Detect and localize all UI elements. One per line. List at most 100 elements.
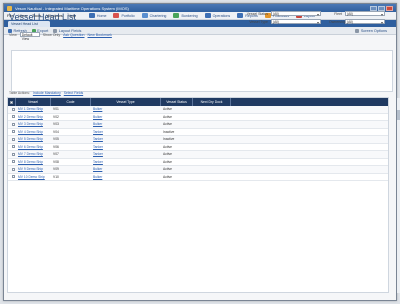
row-checkbox-cell[interactable]	[8, 151, 16, 158]
vessel-name-cell[interactable]: MV 4 Demo Ship	[16, 129, 51, 136]
column-header-code[interactable]: Code	[51, 98, 91, 106]
row-checkbox[interactable]	[11, 145, 15, 149]
vessel-link[interactable]: MV 9 Demo Ship	[18, 167, 43, 171]
select-all-checkbox[interactable]	[10, 100, 13, 104]
new-bookmark-link[interactable]: New Bookmark	[88, 33, 112, 37]
row-checkbox[interactable]	[11, 175, 15, 179]
vessel-name-cell[interactable]: MV 5 Demo Ship	[16, 136, 51, 143]
vessel-type-link[interactable]: Tanker	[93, 130, 103, 134]
show-label: Show Only	[42, 32, 61, 37]
select-fields-link[interactable]: Select Fields	[64, 91, 83, 95]
table-row[interactable]: MV 4 Demo Ship V04 Tanker Inactive	[8, 129, 388, 136]
vessel-type-cell[interactable]: Bulker	[91, 121, 161, 128]
toolbar-bunkering[interactable]: Bunkering	[173, 13, 198, 18]
column-header-next-dry-dock[interactable]: Next Dry Dock	[193, 98, 231, 106]
vessel-type-select[interactable]: (All)	[271, 19, 321, 25]
row-checkbox[interactable]	[11, 107, 15, 111]
row-checkbox-cell[interactable]	[8, 174, 16, 181]
row-checkbox-cell[interactable]	[8, 136, 16, 143]
row-checkbox[interactable]	[11, 115, 15, 119]
row-checkbox[interactable]	[11, 160, 15, 164]
vessel-link[interactable]: MV 2 Demo Ship	[18, 115, 43, 119]
minimize-button[interactable]	[370, 5, 377, 11]
vessel-name-cell[interactable]: MV 6 Demo Ship	[16, 144, 51, 151]
vessel-type-cell[interactable]: Bulker	[91, 114, 161, 121]
table-row[interactable]: MV 7 Demo Ship V07 Tanker Active	[8, 151, 388, 159]
vessel-type-link[interactable]: Tanker	[93, 145, 103, 149]
row-checkbox[interactable]	[11, 130, 15, 134]
reports-icon	[237, 13, 244, 18]
row-checkbox-cell[interactable]	[8, 159, 16, 166]
close-button[interactable]	[386, 5, 393, 11]
vessel-type-link[interactable]: Bulker	[93, 175, 102, 179]
row-checkbox-cell[interactable]	[8, 144, 16, 151]
vessel-link[interactable]: MV 10 Demo Ship	[18, 175, 45, 179]
ask-question-link[interactable]: Ask Question	[63, 33, 84, 37]
vessel-type-cell[interactable]: Tanker	[91, 151, 161, 158]
vessel-type-cell[interactable]: Bulker	[91, 174, 161, 181]
row-checkbox[interactable]	[11, 122, 15, 126]
next-dry-dock-cell	[193, 166, 231, 173]
vessel-type-cell[interactable]: Tanker	[91, 159, 161, 166]
vessel-link[interactable]: MV 6 Demo Ship	[18, 145, 43, 149]
vessel-name-cell[interactable]: MV 10 Demo Ship	[16, 174, 51, 181]
vessel-type-cell[interactable]: Tanker	[91, 144, 161, 151]
vessel-name-cell[interactable]: MV 7 Demo Ship	[16, 151, 51, 158]
fleet-select[interactable]: (All)	[345, 11, 385, 17]
vessel-link[interactable]: MV 1 Demo Ship	[18, 107, 43, 111]
table-row[interactable]: MV 8 Demo Ship V08 Tanker Active	[8, 159, 388, 166]
column-header-vessel-type[interactable]: Vessel Type	[91, 98, 161, 106]
row-checkbox[interactable]	[11, 167, 15, 171]
row-checkbox-cell[interactable]	[8, 129, 16, 136]
toolbar-operations[interactable]: Operations	[204, 13, 230, 18]
vessel-type-link[interactable]: Bulker	[93, 115, 102, 119]
vessel-link[interactable]: MV 8 Demo Ship	[18, 160, 43, 164]
include-mandatory-link[interactable]: Include Mandatory	[33, 91, 61, 95]
table-row[interactable]: MV 5 Demo Ship V05 Tanker Inactive	[8, 136, 388, 144]
table-row[interactable]: MV 6 Demo Ship V06 Tanker Active	[8, 144, 388, 151]
code-cell: V10	[53, 174, 59, 179]
row-checkbox-cell[interactable]	[8, 166, 16, 173]
vessel-name-cell[interactable]: MV 8 Demo Ship	[16, 159, 51, 166]
table-row[interactable]: MV 3 Demo Ship V03 Bulker Active	[8, 121, 388, 129]
table-row[interactable]: MV 1 Demo Ship V01 Bulker Active	[8, 106, 388, 114]
row-checkbox-cell[interactable]	[8, 121, 16, 128]
vessel-type-cell[interactable]: Bulker	[91, 166, 161, 173]
table-row[interactable]: MV 9 Demo Ship V09 Bulker Active	[8, 166, 388, 174]
table-row[interactable]: MV 10 Demo Ship V10 Bulker Active	[8, 174, 388, 181]
vessel-link[interactable]: MV 3 Demo Ship	[18, 122, 43, 126]
vessel-type-link[interactable]: Tanker	[93, 152, 103, 156]
vessel-name-cell[interactable]: MV 1 Demo Ship	[16, 106, 51, 113]
vessel-status-select[interactable]: (All)	[271, 11, 321, 17]
column-header-vessel[interactable]: Vessel	[16, 98, 51, 106]
column-header-vessel-status[interactable]: Vessel Status	[161, 98, 193, 106]
code-cell: V07	[53, 152, 59, 157]
screen-options-button[interactable]: Screen Options	[355, 28, 387, 33]
vessel-type-cell[interactable]: Tanker	[91, 136, 161, 143]
vessel-link[interactable]: MV 7 Demo Ship	[18, 152, 43, 156]
vessel-type-cell[interactable]: Tanker	[91, 129, 161, 136]
maximize-button[interactable]	[378, 5, 385, 11]
vessel-name-cell[interactable]: MV 2 Demo Ship	[16, 114, 51, 121]
vessel-name-cell[interactable]: MV 9 Demo Ship	[16, 166, 51, 173]
vessel-link[interactable]: MV 5 Demo Ship	[18, 137, 43, 141]
table-row[interactable]: MV 2 Demo Ship V02 Bulker Active	[8, 114, 388, 121]
vessel-type-cell[interactable]: Bulker	[91, 106, 161, 113]
toolbar-chartering[interactable]: Chartering	[141, 13, 166, 18]
row-checkbox[interactable]	[11, 137, 15, 141]
vessel-type-link[interactable]: Tanker	[93, 160, 103, 164]
ownership-select[interactable]: (All)	[345, 19, 385, 25]
vessel-name-cell[interactable]: MV 3 Demo Ship	[16, 121, 51, 128]
vessel-link[interactable]: MV 4 Demo Ship	[18, 130, 43, 134]
vessel-type-link[interactable]: Bulker	[93, 122, 102, 126]
vessel-type-link[interactable]: Bulker	[93, 167, 102, 171]
select-all-header[interactable]	[8, 98, 16, 106]
toolbar-portfolio[interactable]: Portfolio	[113, 13, 135, 18]
row-checkbox[interactable]	[11, 152, 15, 156]
toolbar-home[interactable]: Home	[88, 13, 106, 18]
vessel-type-link[interactable]: Tanker	[93, 137, 103, 141]
row-checkbox-cell[interactable]	[8, 106, 16, 113]
view-select[interactable]: Default View	[19, 32, 40, 41]
vessel-type-link[interactable]: Bulker	[93, 107, 102, 111]
row-checkbox-cell[interactable]	[8, 114, 16, 121]
